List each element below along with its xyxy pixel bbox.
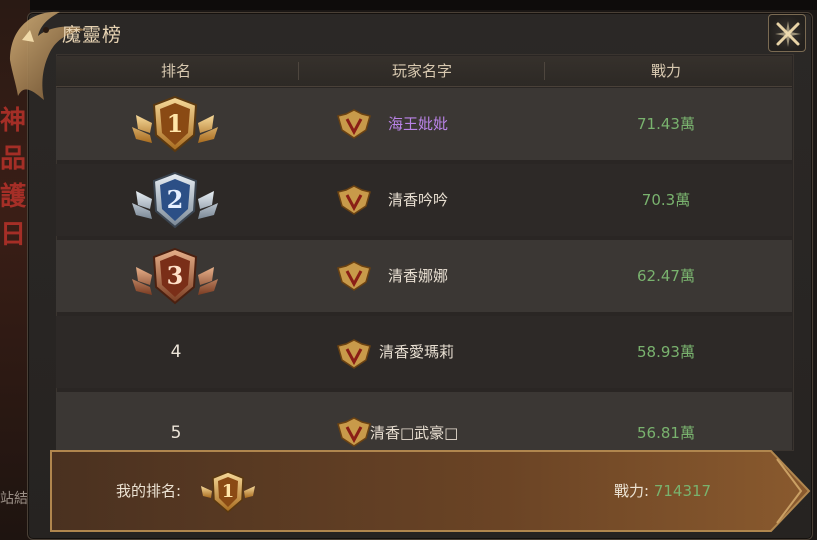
my-rank-number: 1 <box>221 481 235 502</box>
vip-v-icon <box>337 417 371 447</box>
header-power: 戰力 <box>650 62 681 80</box>
header-divider <box>544 62 545 80</box>
header-player-name: 玩家名字 <box>391 62 452 80</box>
vip-v-icon <box>337 339 371 369</box>
table-row[interactable]: 5 清香□武豪□ 56.81萬 <box>56 392 792 450</box>
table-header: 排名 玩家名字 戰力 <box>56 56 792 87</box>
table-row[interactable]: 4 清香愛瑪莉 58.93萬 <box>56 316 792 388</box>
player-name: 清香吟吟 <box>388 191 449 209</box>
my-power: 戰力: 714317 <box>614 480 711 501</box>
rank-number: 3 <box>166 261 184 290</box>
my-power-label: 戰力: <box>614 482 650 500</box>
background-glyph: 品 <box>0 144 27 174</box>
panel-title: 魔靈榜 <box>62 24 123 46</box>
my-power-value: 714317 <box>653 482 712 500</box>
player-power: 58.93萬 <box>637 343 695 361</box>
table-row[interactable]: 3 清香娜娜 62.47萬 <box>56 240 792 312</box>
vip-v-icon <box>337 109 371 139</box>
rank-number: 2 <box>166 185 184 214</box>
rank-number: 1 <box>166 109 184 138</box>
rank-number: 4 <box>170 342 182 362</box>
top-bar <box>0 0 817 10</box>
my-rank-label: 我的排名: <box>116 482 182 500</box>
header-divider <box>298 62 299 80</box>
player-name: 清香愛瑪莉 <box>379 343 455 361</box>
background-glyph: 護 <box>0 182 27 212</box>
background-glyph: 日 <box>0 220 27 250</box>
player-power: 70.3萬 <box>641 191 691 209</box>
player-power: 62.47萬 <box>637 267 695 285</box>
vip-v-icon <box>337 261 371 291</box>
close-icon <box>775 21 801 47</box>
close-button[interactable] <box>768 14 806 52</box>
player-name: 海王妣妣 <box>388 115 449 133</box>
vip-v-icon <box>337 185 371 215</box>
table-row[interactable]: 2 清香吟吟 70.3萬 <box>56 164 792 236</box>
table-row[interactable]: 1 海王妣妣 71.43萬 <box>56 88 792 160</box>
header-rank: 排名 <box>160 62 191 80</box>
background-label: 站結 <box>0 491 28 507</box>
player-name: 清香娜娜 <box>388 267 449 285</box>
player-power: 71.43萬 <box>637 115 695 133</box>
